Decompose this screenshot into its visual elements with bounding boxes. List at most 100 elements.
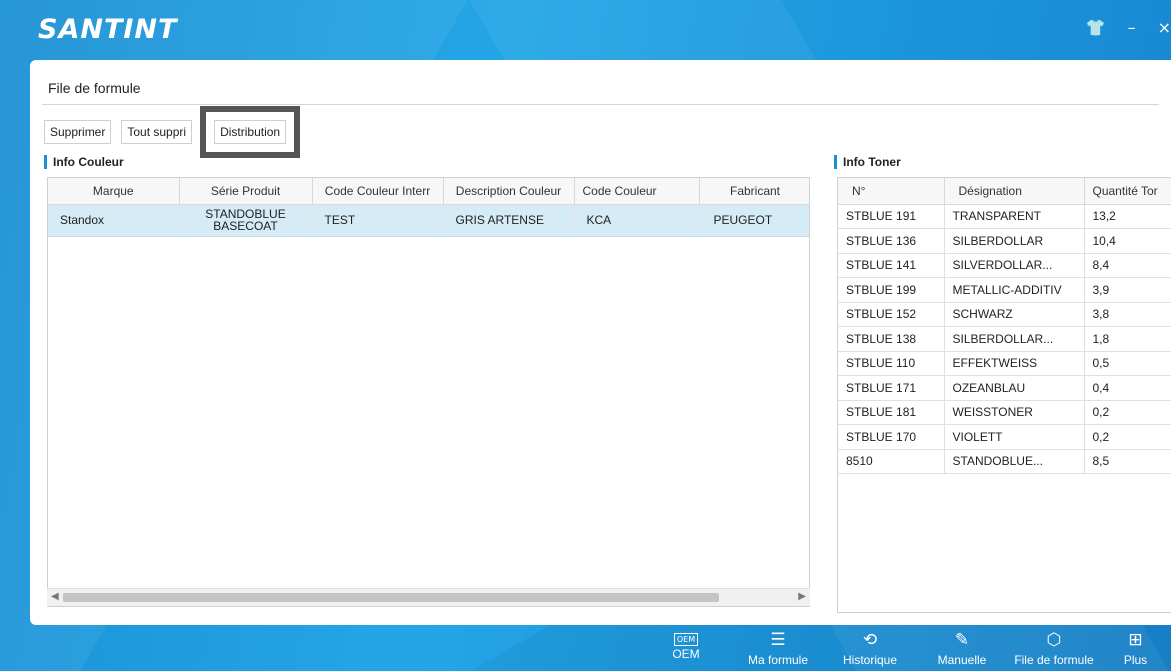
oem-icon: OEM: [673, 633, 699, 646]
nav-label: Historique: [842, 653, 898, 667]
history-icon: ⟲: [862, 630, 878, 650]
cell-code: KCA: [574, 204, 700, 237]
table-header-row: Marque Série Produit Code Couleur Interr…: [48, 178, 809, 205]
shirt-icon[interactable]: 👕: [1086, 18, 1106, 37]
table-row[interactable]: STBLUE 170 VIOLETT 0,2: [838, 424, 1171, 450]
cell-quantite: 0,2: [1084, 424, 1171, 450]
cell-n: STBLUE 171: [838, 375, 945, 401]
horizontal-scrollbar[interactable]: ◀ ▶: [47, 588, 810, 606]
cell-designation: TRANSPARENT: [944, 204, 1085, 229]
cell-quantite: 13,2: [1084, 204, 1171, 229]
table-row-selected[interactable]: Standox STANDOBLUE BASECOAT TEST GRIS AR…: [48, 204, 809, 237]
nav-label: Ma formule: [747, 653, 809, 667]
distribution-button[interactable]: Distribution: [200, 106, 301, 158]
column-header-quantite[interactable]: Quantité Tor: [1084, 178, 1171, 205]
divider: [42, 104, 1159, 105]
table-row[interactable]: STBLUE 152 SCHWARZ 3,8: [838, 302, 1171, 327]
santint-logo: SANTINT: [38, 14, 178, 45]
cell-quantite: 8,4: [1084, 253, 1171, 278]
column-header-code-interne[interactable]: Code Couleur Interr: [312, 178, 444, 205]
toner-info-table: N° Désignation Quantité Tor STBLUE 191 TR…: [837, 177, 1171, 613]
scroll-right-icon[interactable]: ▶: [798, 591, 806, 602]
delete-all-button[interactable]: Tout suppri: [121, 120, 193, 144]
cell-n: STBLUE 170: [838, 424, 945, 450]
column-header-code[interactable]: Code Couleur: [574, 178, 700, 205]
window-controls: 👕 – ×: [1086, 18, 1171, 37]
close-icon[interactable]: ×: [1158, 18, 1171, 37]
info-toner-heading: Info Toner: [834, 155, 901, 169]
table-row[interactable]: STBLUE 138 SILBERDOLLAR... 1,8: [838, 326, 1171, 352]
nav-oem[interactable]: OEM OEM: [640, 630, 732, 671]
column-header-serie[interactable]: Série Produit: [179, 178, 313, 205]
cell-serie: STANDOBLUE BASECOAT: [179, 204, 313, 237]
column-header-fabricant[interactable]: Fabricant: [699, 178, 809, 205]
cell-quantite: 3,8: [1084, 302, 1171, 327]
cell-marque: Standox: [48, 204, 180, 237]
cell-quantite: 0,2: [1084, 400, 1171, 425]
cell-designation: OZEANBLAU: [944, 375, 1085, 401]
bottom-nav: OEM OEM ☰ Ma formule ⟲ Historique ✎ Manu…: [640, 630, 1171, 671]
cell-quantite: 1,8: [1084, 326, 1171, 352]
table-row[interactable]: STBLUE 171 OZEANBLAU 0,4: [838, 375, 1171, 401]
table-row[interactable]: STBLUE 191 TRANSPARENT 13,2: [838, 204, 1171, 229]
nav-manuelle[interactable]: ✎ Manuelle: [916, 630, 1008, 671]
cell-code-interne: TEST: [312, 204, 444, 237]
toolbar: Supprimer Tout suppri Distribution: [44, 106, 301, 158]
table-row[interactable]: STBLUE 199 METALLIC-ADDITIV 3,9: [838, 277, 1171, 303]
minimize-icon[interactable]: –: [1128, 18, 1136, 37]
table-row[interactable]: STBLUE 141 SILVERDOLLAR... 8,4: [838, 253, 1171, 278]
cell-quantite: 0,5: [1084, 351, 1171, 376]
cell-designation: SCHWARZ: [944, 302, 1085, 327]
scroll-left-icon[interactable]: ◀: [51, 591, 59, 602]
cell-quantite: 3,9: [1084, 277, 1171, 303]
column-header-n[interactable]: N°: [838, 178, 945, 205]
cube-icon: ⬡: [1046, 630, 1062, 650]
color-info-table: Marque Série Produit Code Couleur Interr…: [47, 177, 810, 607]
cell-designation: METALLIC-ADDITIV: [944, 277, 1085, 303]
table-header-row: N° Désignation Quantité Tor: [838, 178, 1171, 205]
nav-historique[interactable]: ⟲ Historique: [824, 630, 916, 671]
info-couleur-heading: Info Couleur: [44, 155, 124, 169]
cell-serie-line2: BASECOAT: [213, 219, 278, 233]
nav-plus[interactable]: ⊞ Plus: [1100, 630, 1171, 671]
delete-button[interactable]: Supprimer: [44, 120, 112, 144]
cell-description: GRIS ARTENSE: [443, 204, 575, 237]
column-header-designation[interactable]: Désignation: [944, 178, 1085, 205]
cell-designation: SILBERDOLLAR: [944, 228, 1085, 254]
cell-n: STBLUE 141: [838, 253, 945, 278]
table-row[interactable]: 8510 STANDOBLUE... 8,5: [838, 449, 1171, 474]
nav-label: OEM: [672, 647, 700, 661]
page-title: File de formule: [48, 80, 141, 96]
cell-n: STBLUE 138: [838, 326, 945, 352]
scrollbar-thumb[interactable]: [63, 593, 719, 602]
column-header-marque[interactable]: Marque: [48, 178, 180, 205]
cell-designation: SILBERDOLLAR...: [944, 326, 1085, 352]
table-row[interactable]: STBLUE 136 SILBERDOLLAR 10,4: [838, 228, 1171, 254]
grid-icon: ⊞: [1128, 630, 1143, 650]
cell-n: STBLUE 199: [838, 277, 945, 303]
cell-n: 8510: [838, 449, 945, 474]
nav-label: Manuelle: [937, 653, 987, 667]
cell-n: STBLUE 191: [838, 204, 945, 229]
cell-designation: VIOLETT: [944, 424, 1085, 450]
cell-designation: STANDOBLUE...: [944, 449, 1085, 474]
cell-n: STBLUE 136: [838, 228, 945, 254]
table-row[interactable]: STBLUE 110 EFFEKTWEISS 0,5: [838, 351, 1171, 376]
formula-file-panel: File de formule Supprimer Tout suppri Di…: [30, 60, 1171, 625]
cell-designation: WEISSTONER: [944, 400, 1085, 425]
table-row[interactable]: STBLUE 181 WEISSTONER 0,2: [838, 400, 1171, 425]
cell-designation: SILVERDOLLAR...: [944, 253, 1085, 278]
nav-label: File de formule: [1014, 653, 1094, 667]
column-header-description[interactable]: Description Couleur: [443, 178, 575, 205]
cell-n: STBLUE 181: [838, 400, 945, 425]
nav-label: Plus: [1123, 653, 1148, 667]
pen-icon: ✎: [954, 630, 970, 650]
list-icon: ☰: [770, 630, 786, 650]
nav-ma-formule[interactable]: ☰ Ma formule: [732, 630, 824, 671]
cell-quantite: 8,5: [1084, 449, 1171, 474]
cell-fabricant: PEUGEOT: [699, 204, 809, 237]
cell-quantite: 0,4: [1084, 375, 1171, 401]
nav-file-de-formule[interactable]: ⬡ File de formule: [1008, 630, 1100, 671]
cell-designation: EFFEKTWEISS: [944, 351, 1085, 376]
cell-n: STBLUE 152: [838, 302, 945, 327]
